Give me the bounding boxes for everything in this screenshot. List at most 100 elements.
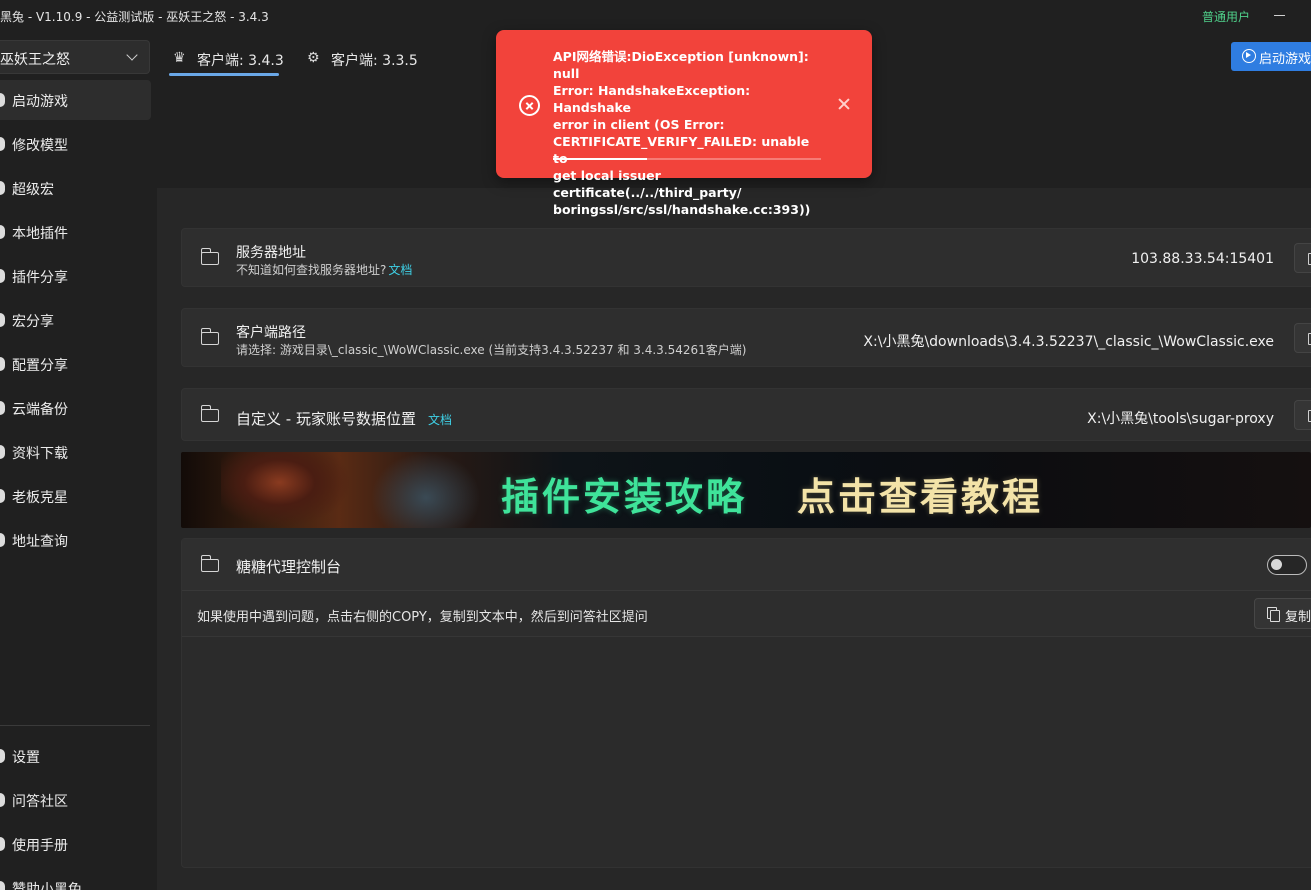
copy-button[interactable]: 复制 [1254, 598, 1311, 629]
window-title: 黑兔 - V1.10.9 - 公益测试版 - 巫妖王之怒 - 3.4.3 [0, 10, 269, 24]
user-level-label[interactable]: 普通用户 [1202, 8, 1250, 25]
tab-label: 客户端: 3.4.3 [197, 53, 284, 69]
sidebar-item-launch-game[interactable]: 启动游戏 [0, 80, 151, 120]
sidebar-item-manual[interactable]: 使用手册 [0, 824, 151, 864]
sidebar-item-label: 老板克星 [12, 490, 68, 506]
game-select-label: 巫妖王之怒 [0, 52, 70, 68]
tab-client-335[interactable]: ⚙ 客户端: 3.3.5 [303, 44, 418, 76]
sidebar-item-label: 问答社区 [12, 794, 68, 810]
folder-icon [200, 328, 219, 345]
sidebar-item-label: 本地插件 [12, 226, 68, 242]
folder-icon [200, 405, 219, 422]
sidebar-item-address-lookup[interactable]: 地址查询 [0, 520, 151, 560]
sidebar-divider [0, 725, 150, 726]
folder-icon [200, 248, 219, 265]
client-path-card: 客户端路径 请选择: 游戏目录\_classic_\WoWClassic.exe… [181, 308, 1311, 367]
title-bar: 黑兔 - V1.10.9 - 公益测试版 - 巫妖王之怒 - 3.4.3 普通用… [0, 0, 1311, 32]
server-address-hint: 不知道如何查找服务器地址? 文档 [236, 263, 413, 277]
share-icon [0, 313, 5, 327]
sidebar-item-label: 配置分享 [12, 358, 68, 374]
address-icon [0, 533, 5, 547]
cloud-icon [0, 401, 5, 415]
sidebar-item-super-macro[interactable]: 超级宏 [0, 168, 151, 208]
account-doc-link[interactable]: 文档 [428, 413, 452, 427]
sidebar-item-label: 宏分享 [12, 314, 54, 330]
client-path-browse-button[interactable] [1294, 323, 1311, 353]
toast-timer-fill [553, 158, 647, 160]
sidebar-item-label: 资料下载 [12, 446, 68, 462]
book-icon [0, 837, 5, 851]
sidebar-item-settings[interactable]: 设置 [0, 736, 151, 776]
copy-button-label: 复制 [1285, 610, 1311, 625]
account-data-title: 自定义 - 玩家账号数据位置 文档 [236, 410, 452, 428]
sidebar-item-qa-community[interactable]: 问答社区 [0, 780, 151, 820]
sidebar-item-label: 赞助小黑兔 [12, 882, 82, 890]
sidebar-item-sponsor[interactable]: 赞助小黑兔 [0, 868, 151, 890]
sidebar-item-macro-share[interactable]: 宏分享 [0, 300, 151, 340]
launch-button-label: 启动游戏 [1259, 52, 1311, 67]
sidebar-item-label: 设置 [12, 750, 40, 766]
banner-title: 插件安装攻略 [501, 475, 748, 519]
addon-icon [0, 225, 5, 239]
download-icon [0, 445, 5, 459]
tab-client-343[interactable]: ♛ 客户端: 3.4.3 [169, 44, 284, 76]
server-address-value: 103.88.33.54:15401 [1131, 251, 1274, 267]
proxy-console-header: 糖糖代理控制台 [182, 539, 1311, 591]
sidebar: 巫妖王之怒 启动游戏 修改模型 超级宏 本地插件 插件分享 宏分享 配置分享 云… [0, 32, 157, 890]
server-address-title: 服务器地址 [236, 245, 306, 261]
chevron-down-icon [126, 49, 138, 61]
banner-artwork [221, 452, 351, 528]
macro-icon [0, 181, 5, 195]
heart-icon [0, 881, 5, 890]
question-icon [0, 793, 5, 807]
addon-tutorial-banner[interactable]: 插件安装攻略 点击查看教程 [181, 452, 1311, 528]
launch-game-button[interactable]: 启动游戏 [1231, 42, 1311, 71]
sidebar-item-modify-model[interactable]: 修改模型 [0, 124, 151, 164]
account-data-browse-button[interactable] [1294, 400, 1311, 430]
proxy-toggle[interactable] [1267, 555, 1307, 575]
server-address-card: 服务器地址 不知道如何查找服务器地址? 文档 103.88.33.54:15401 [181, 228, 1311, 287]
folder-icon [200, 555, 219, 572]
proxy-hint-row: 如果使用中遇到问题，点击右侧的COPY，复制到文本中，然后到问答社区提问 复制 [182, 591, 1311, 637]
banner-artwork [371, 452, 481, 528]
launch-icon [0, 93, 5, 107]
copy-icon [1267, 607, 1280, 622]
sidebar-item-boss-key[interactable]: 老板克星 [0, 476, 151, 516]
crown-icon: ♛ [173, 50, 186, 66]
sidebar-item-config-share[interactable]: 配置分享 [0, 344, 151, 384]
sidebar-item-label: 地址查询 [12, 534, 68, 550]
active-tab-indicator [169, 73, 279, 76]
gear-icon [0, 749, 5, 763]
client-path-hint: 请选择: 游戏目录\_classic_\WoWClassic.exe (当前支持… [236, 343, 747, 357]
close-icon[interactable] [836, 96, 852, 112]
client-path-title: 客户端路径 [236, 325, 306, 341]
banner-cta: 点击查看教程 [797, 475, 1044, 519]
server-doc-link[interactable]: 文档 [388, 263, 412, 277]
sidebar-item-addon-share[interactable]: 插件分享 [0, 256, 151, 296]
error-message: API网络错误:DioException [unknown]: null Err… [553, 49, 811, 217]
sidebar-item-label: 修改模型 [12, 138, 68, 154]
toggle-knob [1271, 559, 1282, 570]
sidebar-item-label: 启动游戏 [12, 94, 68, 110]
sidebar-item-local-addons[interactable]: 本地插件 [0, 212, 151, 252]
sidebar-item-downloads[interactable]: 资料下载 [0, 432, 151, 472]
boss-key-icon [0, 489, 5, 503]
error-toast: API网络错误:DioException [unknown]: null Err… [496, 30, 872, 217]
play-icon [1242, 49, 1256, 63]
sidebar-item-label: 超级宏 [12, 182, 54, 198]
proxy-console-panel: 糖糖代理控制台 如果使用中遇到问题，点击右侧的COPY，复制到文本中，然后到问答… [181, 538, 1311, 868]
account-data-card: 自定义 - 玩家账号数据位置 文档 X:\小黑兔\tools\sugar-prox… [181, 388, 1311, 441]
model-icon [0, 137, 5, 151]
toast-timer-track [553, 158, 821, 160]
server-edit-button[interactable] [1294, 243, 1311, 273]
proxy-hint-text: 如果使用中遇到问题，点击右侧的COPY，复制到文本中，然后到问答社区提问 [197, 610, 648, 625]
minimize-button[interactable] [1274, 15, 1285, 16]
tab-label: 客户端: 3.3.5 [331, 53, 418, 69]
error-icon [519, 95, 540, 116]
account-data-value: X:\小黑兔\tools\sugar-proxy [1087, 411, 1274, 427]
sidebar-item-cloud-backup[interactable]: 云端备份 [0, 388, 151, 428]
proxy-console-title: 糖糖代理控制台 [236, 558, 342, 576]
gear-icon: ⚙ [307, 50, 320, 66]
game-version-select[interactable]: 巫妖王之怒 [0, 40, 150, 74]
sidebar-item-label: 使用手册 [12, 838, 68, 854]
